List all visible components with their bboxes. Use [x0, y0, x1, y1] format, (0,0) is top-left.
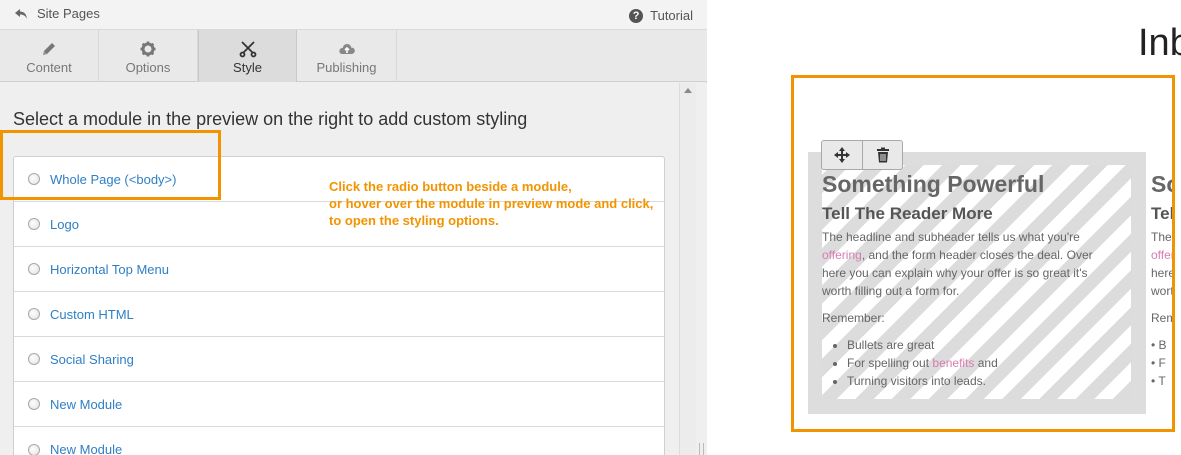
tab-publishing-label: Publishing — [316, 60, 377, 75]
callout-line: to open the styling options. — [329, 213, 499, 228]
benefits-link[interactable]: benefits — [932, 356, 974, 370]
text-line: The h — [1151, 230, 1172, 244]
tab-style[interactable]: Style — [198, 30, 297, 82]
second-headline: So — [1151, 171, 1172, 197]
tab-style-label: Style — [233, 60, 262, 75]
callout-line: Click the radio button beside a module, — [329, 179, 572, 194]
preview-module-content[interactable]: Something Powerful Tell The Reader More … — [822, 170, 1137, 390]
tab-publishing[interactable]: Publishing — [297, 30, 397, 82]
module-label[interactable]: New Module — [50, 397, 122, 412]
pencil-icon — [43, 43, 55, 55]
para-text: , and the form header closes the deal. O… — [822, 248, 1093, 298]
text-line: Reme — [1151, 311, 1172, 325]
text-line: • F — [1151, 356, 1166, 370]
list-item: Turning visitors into leads. — [847, 372, 1137, 390]
top-bar: Site Pages ? Tutorial — [0, 0, 707, 30]
module-label[interactable]: New Module — [50, 442, 122, 455]
module-item-new-module[interactable]: New Module — [14, 382, 664, 427]
module-item-social-sharing[interactable]: Social Sharing — [14, 337, 664, 382]
panel-splitter[interactable] — [696, 83, 707, 455]
scissors-icon — [239, 41, 256, 58]
tutorial-link[interactable]: ? Tutorial — [629, 8, 693, 23]
tutorial-label: Tutorial — [650, 8, 693, 23]
module-radio[interactable] — [28, 353, 40, 365]
module-label[interactable]: Custom HTML — [50, 307, 134, 322]
scroll-up-arrow-icon[interactable] — [684, 88, 692, 93]
move-icon — [834, 147, 850, 163]
back-link-label: Site Pages — [37, 6, 100, 21]
text-line: offer — [1151, 248, 1175, 262]
list-item: Bullets are great — [847, 336, 1137, 354]
module-radio[interactable] — [28, 308, 40, 320]
gear-icon — [140, 41, 156, 57]
delete-module-button[interactable] — [862, 141, 902, 169]
module-label[interactable]: Social Sharing — [50, 352, 134, 367]
preview-highlight: Something Powerful Tell The Reader More … — [791, 75, 1175, 432]
module-item-new-module-2[interactable]: New Module — [14, 427, 664, 455]
move-module-button[interactable] — [822, 141, 862, 169]
text-line: • T — [1151, 374, 1166, 388]
para-text: The headline and subheader tells us what… — [822, 230, 1080, 244]
module-remember-text: Remember: — [822, 311, 885, 325]
text-line: worth — [1151, 284, 1174, 298]
module-radio[interactable] — [28, 443, 40, 455]
module-radio[interactable] — [28, 263, 40, 275]
help-icon: ? — [629, 8, 644, 23]
tab-options-label: Options — [125, 60, 171, 75]
list-item: For spelling out benefits and — [847, 354, 1137, 372]
bullet-text: and — [974, 356, 998, 370]
module-radio[interactable] — [28, 398, 40, 410]
offering-link[interactable]: offering — [822, 248, 862, 262]
callout-line: or hover over the module in preview mode… — [329, 196, 654, 211]
module-label[interactable]: Logo — [50, 217, 79, 232]
bullet-text: For spelling out — [847, 356, 933, 370]
module-headline: Something Powerful — [822, 171, 1045, 197]
preview-page-title: Inb — [1138, 22, 1181, 64]
editor-tabs: Content Options Style Publishing — [0, 30, 707, 82]
module-item-horizontal-top-menu[interactable]: Horizontal Top Menu — [14, 247, 664, 292]
module-subheadline: Tell The Reader More — [822, 204, 993, 223]
tab-content[interactable]: Content — [0, 30, 99, 82]
preview-second-column: So Tell The h offer here y worth Reme • … — [1151, 170, 1175, 390]
module-paragraph: The headline and subheader tells us what… — [822, 228, 1118, 300]
second-column-text: The h offer here y worth Reme • B • F • … — [1151, 228, 1175, 390]
module-bullet-list: Bullets are great For spelling out benef… — [822, 336, 1137, 390]
instructions-text: Select a module in the preview on the ri… — [13, 109, 528, 129]
module-item-custom-html[interactable]: Custom HTML — [14, 292, 664, 337]
tab-content-label: Content — [26, 60, 72, 75]
text-line: here y — [1151, 266, 1175, 280]
back-to-site-pages-link[interactable]: Site Pages — [14, 6, 100, 21]
module-toolbar — [821, 140, 903, 170]
splitter-grip-icon[interactable] — [699, 443, 704, 455]
second-subheadline: Tell — [1151, 204, 1175, 223]
tab-options[interactable]: Options — [99, 30, 198, 82]
trash-icon — [876, 147, 889, 163]
text-line: • B — [1151, 338, 1167, 352]
whole-page-highlight — [0, 130, 221, 200]
instruction-callout: Click the radio button beside a module, … — [329, 178, 653, 229]
cloud-upload-icon — [338, 43, 355, 54]
vertical-scrollbar[interactable] — [679, 83, 696, 455]
back-arrow-icon — [15, 8, 27, 19]
module-label[interactable]: Horizontal Top Menu — [50, 262, 169, 277]
page-editor: Site Pages ? Tutorial Content Options St… — [0, 0, 1181, 455]
module-radio[interactable] — [28, 218, 40, 230]
